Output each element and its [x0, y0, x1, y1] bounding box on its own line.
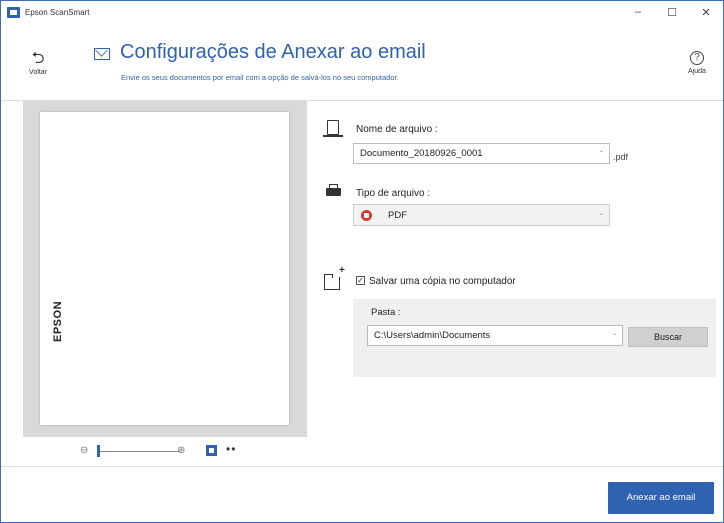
zoom-out-icon[interactable]: ⊖ [80, 445, 88, 456]
browse-button[interactable]: Buscar [628, 327, 708, 347]
save-copy-label[interactable]: Salvar uma cópia no computador [369, 276, 516, 287]
app-icon [7, 6, 20, 18]
folder-label: Pasta : [371, 307, 401, 318]
folder-add-icon [323, 265, 345, 290]
help-icon: ? [690, 51, 704, 65]
zoom-bar: ⊖ ⊕ •• [23, 437, 307, 465]
filename-value: Documento_20180926_0001 [360, 148, 483, 159]
back-arrow-icon: ⮌ [31, 50, 45, 67]
printer-icon [326, 184, 341, 198]
filename-label: Nome de arquivo : [356, 124, 438, 135]
zoom-slider-thumb[interactable] [97, 445, 100, 457]
maximize-button[interactable]: ☐ [655, 1, 689, 23]
fit-page-icon[interactable] [206, 445, 217, 456]
zoom-slider-track[interactable] [100, 451, 180, 452]
window-controls: – ☐ ✕ [621, 1, 723, 23]
folder-input[interactable]: C:\Users\admin\Documents [367, 325, 623, 346]
help-button[interactable]: ? Ajuda [685, 51, 709, 75]
close-button[interactable]: ✕ [689, 1, 723, 23]
attach-to-email-button[interactable]: Anexar ao email [608, 482, 714, 514]
page-subtitle: Envie os seus documentos por email com a… [121, 73, 399, 82]
app-title: Epson ScanSmart [25, 7, 90, 17]
back-label: Voltar [29, 69, 47, 76]
filename-input[interactable]: Documento_20180926_0001 [353, 143, 610, 164]
chevron-down-icon[interactable]: ⌄ [612, 330, 617, 337]
title-bar: Epson ScanSmart – ☐ ✕ [1, 1, 723, 23]
filename-extension: .pdf [613, 152, 629, 162]
zoom-in-icon[interactable]: ⊕ [177, 445, 185, 456]
folder-value: C:\Users\admin\Documents [374, 330, 491, 341]
chevron-down-icon[interactable]: ⌄ [599, 210, 604, 217]
document-icon [323, 120, 343, 137]
preview-panel: EPSON [23, 101, 307, 437]
help-label: Ajuda [688, 68, 706, 75]
filetype-select[interactable]: PDF [353, 204, 610, 226]
epson-logo: EPSON [52, 300, 64, 342]
preview-page: EPSON [40, 112, 289, 425]
save-copy-checkbox[interactable]: ✓ [356, 276, 365, 285]
page-title: Configurações de Anexar ao email [120, 41, 426, 63]
app-window: Epson ScanSmart – ☐ ✕ ⮌ Voltar Configura… [0, 0, 724, 523]
filetype-value: PDF [388, 210, 407, 221]
filetype-label: Tipo de arquivo : [356, 188, 431, 199]
page-header: ⮌ Voltar Configurações de Anexar ao emai… [1, 23, 723, 101]
pdf-icon [361, 210, 372, 221]
mail-icon [94, 48, 110, 60]
more-icon[interactable]: •• [226, 442, 236, 456]
chevron-down-icon[interactable]: ⌄ [599, 147, 604, 154]
minimize-button[interactable]: – [621, 1, 655, 23]
back-button[interactable]: ⮌ Voltar [23, 50, 53, 77]
